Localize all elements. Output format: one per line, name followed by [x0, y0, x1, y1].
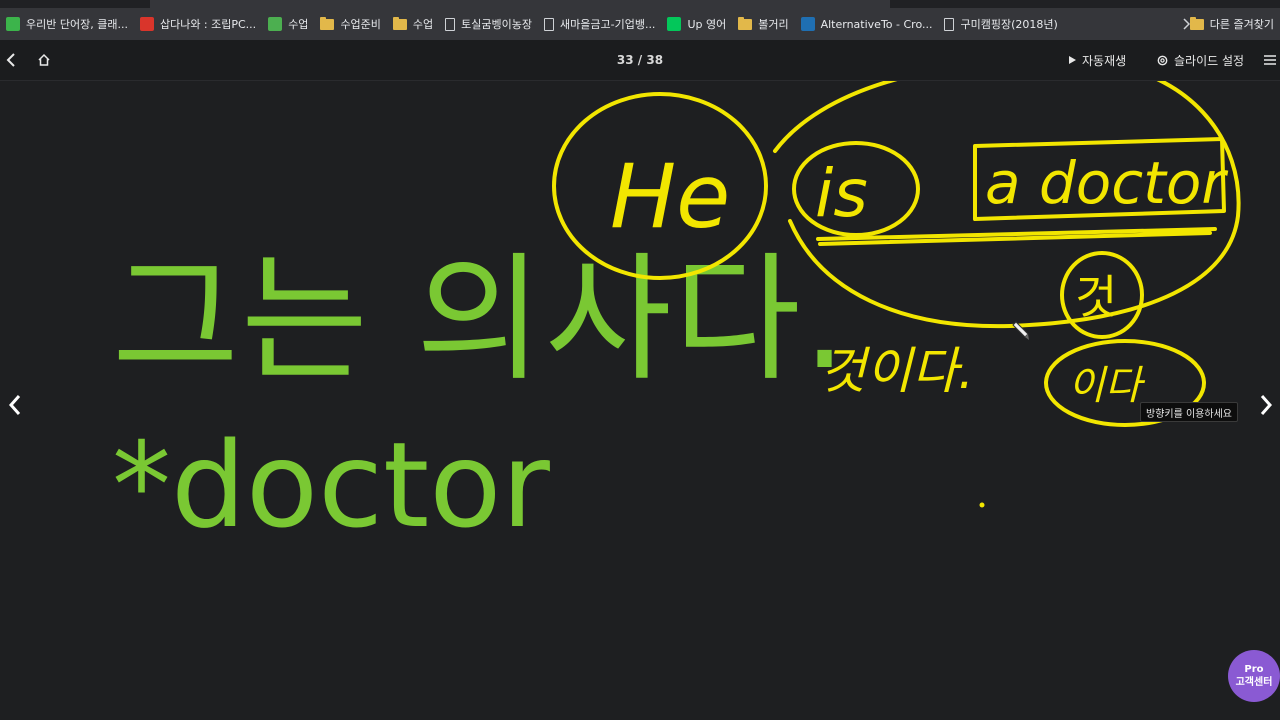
bookmark-item[interactable]: AlternativeTo - Cro...: [795, 12, 939, 36]
bookmark-item[interactable]: 수업: [262, 12, 314, 36]
bookmark-label: 수업: [412, 18, 434, 31]
chevron-left-icon: [6, 53, 15, 67]
ink-he: He: [610, 145, 730, 248]
bookmark-label: 삽다나와 : 조립PC...: [159, 18, 257, 31]
pro-badge: Pro: [1244, 664, 1264, 675]
ink-note2: 것이다.: [820, 342, 974, 400]
prev-slide-button[interactable]: [0, 385, 30, 425]
hamburger-icon: [1264, 55, 1276, 65]
bookmark-label: AlternativeTo - Cro...: [820, 17, 933, 31]
viewer-toolbar: 33 / 38 자동재생 슬라이드 설정: [0, 40, 1280, 81]
chevron-right-icon: [1260, 395, 1273, 415]
naver-icon: [667, 17, 682, 31]
folder-icon: [1189, 16, 1204, 30]
home-icon: [38, 53, 50, 66]
autoplay-label: 자동재생: [1082, 53, 1127, 68]
support-center-button[interactable]: Pro 고객센터: [1228, 650, 1280, 702]
ink-dot: [979, 502, 985, 508]
bookmark-label: 볼거리: [758, 18, 789, 31]
pen-cursor-icon: [1012, 321, 1029, 340]
bookmark-item[interactable]: 볼거리: [732, 12, 794, 36]
bookmark-item[interactable]: 삽다나와 : 조립PC...: [134, 12, 262, 36]
bookmark-item[interactable]: 구미캠핑장(2018년): [938, 12, 1063, 36]
gear-icon: [1157, 55, 1168, 65]
page-indicator: 33 / 38: [616, 53, 664, 67]
autoplay-button[interactable]: 자동재생: [1068, 40, 1126, 80]
arrow-key-tooltip: 방향키를 이용하세요: [1140, 402, 1238, 422]
menu-button[interactable]: [1264, 50, 1280, 70]
slide-canvas: 그는 의사다. *doctor He is a doctor 것 것이다. 이다: [0, 81, 1280, 720]
support-label: 고객센터: [1235, 677, 1273, 688]
page-icon: [944, 17, 955, 31]
next-slide-button[interactable]: [1252, 385, 1280, 425]
page-icon: [445, 17, 456, 31]
bookmark-label: 구미캠핑장(2018년): [960, 18, 1058, 31]
back-button[interactable]: [0, 48, 22, 72]
home-button[interactable]: [32, 48, 56, 72]
chevron-left-icon: [8, 395, 21, 415]
bookmark-item[interactable]: 수업준비: [314, 12, 386, 36]
alternativeto-icon: [800, 17, 815, 31]
other-bookmarks-label: 다른 즐겨찾기: [1209, 18, 1274, 31]
page-icon: [544, 17, 555, 31]
folder-icon: [320, 16, 335, 30]
bookmark-item[interactable]: Up 영어: [661, 12, 732, 36]
folder-icon: [738, 16, 753, 30]
bookmark-label: 토실굼벵이농장: [461, 18, 533, 31]
other-bookmarks[interactable]: 다른 즐겨찾기: [1189, 8, 1280, 40]
bookmark-item[interactable]: 토실굼벵이농장: [439, 12, 538, 36]
play-icon: [1069, 56, 1076, 64]
bookmark-label: 우리반 단어장, 클래...: [26, 18, 128, 31]
active-tab[interactable]: [150, 0, 890, 8]
ink-note1: 것: [1075, 270, 1117, 324]
ink-note3: 이다: [1068, 363, 1146, 409]
slide-settings-label: 슬라이드 설정: [1174, 53, 1245, 68]
bookmark-label: Up 영어: [687, 18, 727, 31]
bookmark-item[interactable]: 새마을금고-기업뱅...: [538, 12, 661, 36]
bookmark-item[interactable]: 수업: [387, 12, 439, 36]
bookmark-item[interactable]: 우리반 단어장, 클래...: [0, 12, 134, 36]
ink-is: is: [815, 155, 868, 232]
danawa-icon: [139, 17, 154, 31]
bookmark-label: 새마을금고-기업뱅...: [560, 18, 656, 31]
bookmark-label: 수업: [288, 18, 309, 31]
handwriting-layer: He is a doctor 것 것이다. 이다: [552, 81, 1241, 508]
tab-strip: [0, 0, 1280, 8]
folder-icon: [392, 16, 407, 30]
image-icon: [268, 17, 283, 31]
slide-settings-button[interactable]: 슬라이드 설정: [1156, 40, 1244, 80]
bookmark-label: 수업준비: [340, 18, 381, 31]
bookmarks-bar: 우리반 단어장, 클래... 삽다나와 : 조립PC... 수업 수업준비 수업 토실굼벵…: [0, 8, 1280, 40]
ink-a-doctor: a doctor: [985, 149, 1228, 217]
classcard-icon: [6, 17, 20, 31]
